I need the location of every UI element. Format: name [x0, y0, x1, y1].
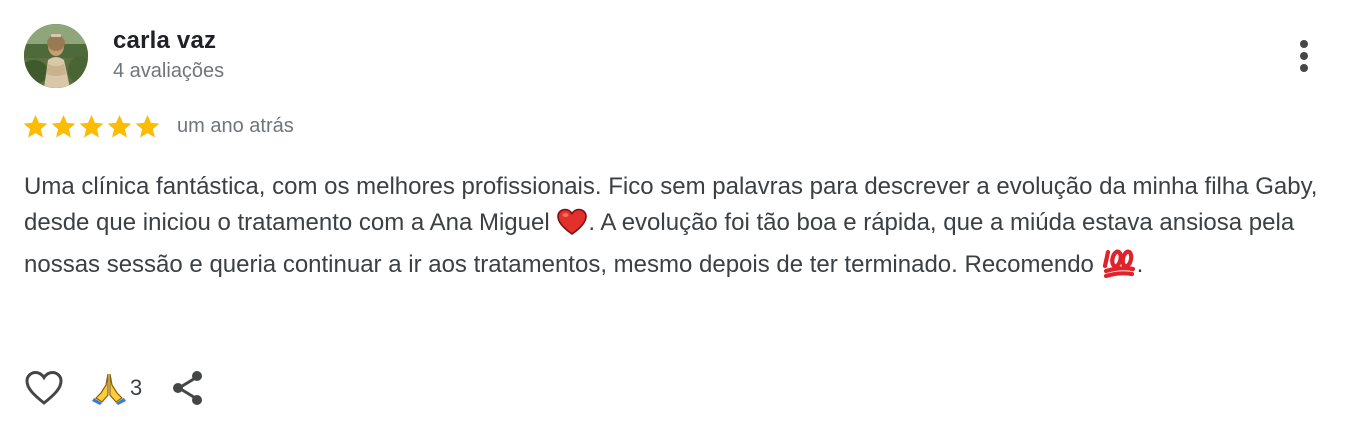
folded-hands-emoji — [92, 373, 126, 405]
share-button[interactable] — [168, 368, 208, 408]
review-card: carla vaz 4 avaliações um ano atrás Uma … — [0, 0, 1354, 435]
heart-emoji — [557, 208, 588, 247]
profile-photo-image — [24, 24, 88, 88]
rating-row: um ano atrás — [22, 110, 294, 142]
star-icon — [79, 114, 104, 137]
author-name[interactable]: carla vaz — [113, 27, 216, 55]
hundred-points-emoji — [1102, 248, 1136, 289]
like-button[interactable] — [22, 368, 66, 408]
star-icon — [107, 114, 132, 137]
avatar[interactable] — [24, 24, 88, 88]
heart-outline-icon — [25, 370, 63, 405]
heart-emoji-icon — [557, 208, 588, 235]
review-text-part-3: . — [1136, 251, 1144, 278]
star-icon — [135, 114, 160, 137]
reaction-folded-hands[interactable]: 3 — [92, 371, 142, 405]
star-icon — [51, 114, 76, 137]
review-date: um ano atrás — [177, 114, 294, 137]
more-vert-icon — [1300, 40, 1308, 72]
share-icon — [173, 371, 203, 405]
star-rating — [22, 113, 161, 140]
author-review-count[interactable]: 4 avaliações — [113, 60, 224, 83]
hundred-points-icon — [1102, 249, 1135, 279]
reaction-count: 3 — [130, 375, 143, 400]
more-options-button[interactable] — [1284, 36, 1324, 76]
review-actions: 3 — [22, 368, 208, 408]
star-icon — [23, 114, 48, 137]
review-text: Uma clínica fantástica, com os melhores … — [24, 169, 1324, 289]
